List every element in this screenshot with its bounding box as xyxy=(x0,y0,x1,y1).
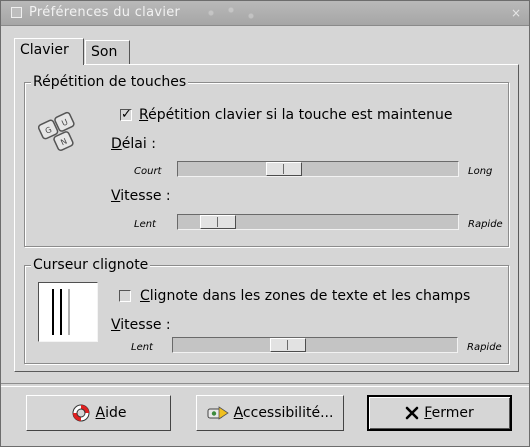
lifebuoy-icon xyxy=(72,404,90,422)
window-menu-icon[interactable] xyxy=(11,7,22,18)
accessibility-button-label: Accessibilité... xyxy=(233,405,334,421)
help-button[interactable]: Aide xyxy=(26,395,171,431)
tab-panel xyxy=(14,64,519,372)
preferences-window: Préférences du clavier × Clavier Son Rép… xyxy=(0,0,530,447)
help-button-label: Aide xyxy=(95,405,127,421)
close-x-icon xyxy=(405,406,419,420)
button-separator xyxy=(1,383,529,387)
tab-son[interactable]: Son xyxy=(85,40,130,64)
accessibility-button[interactable]: Accessibilité... xyxy=(196,395,344,431)
close-button-label: Fermer xyxy=(424,405,474,421)
window-title: Préférences du clavier xyxy=(29,5,181,20)
accessibility-icon xyxy=(207,406,229,420)
tab-clavier[interactable]: Clavier xyxy=(14,38,84,65)
close-window-icon[interactable]: × xyxy=(511,5,521,21)
close-button[interactable]: Fermer xyxy=(367,395,512,431)
title-decoration xyxy=(201,4,271,22)
title-bar[interactable]: Préférences du clavier × xyxy=(1,1,529,26)
